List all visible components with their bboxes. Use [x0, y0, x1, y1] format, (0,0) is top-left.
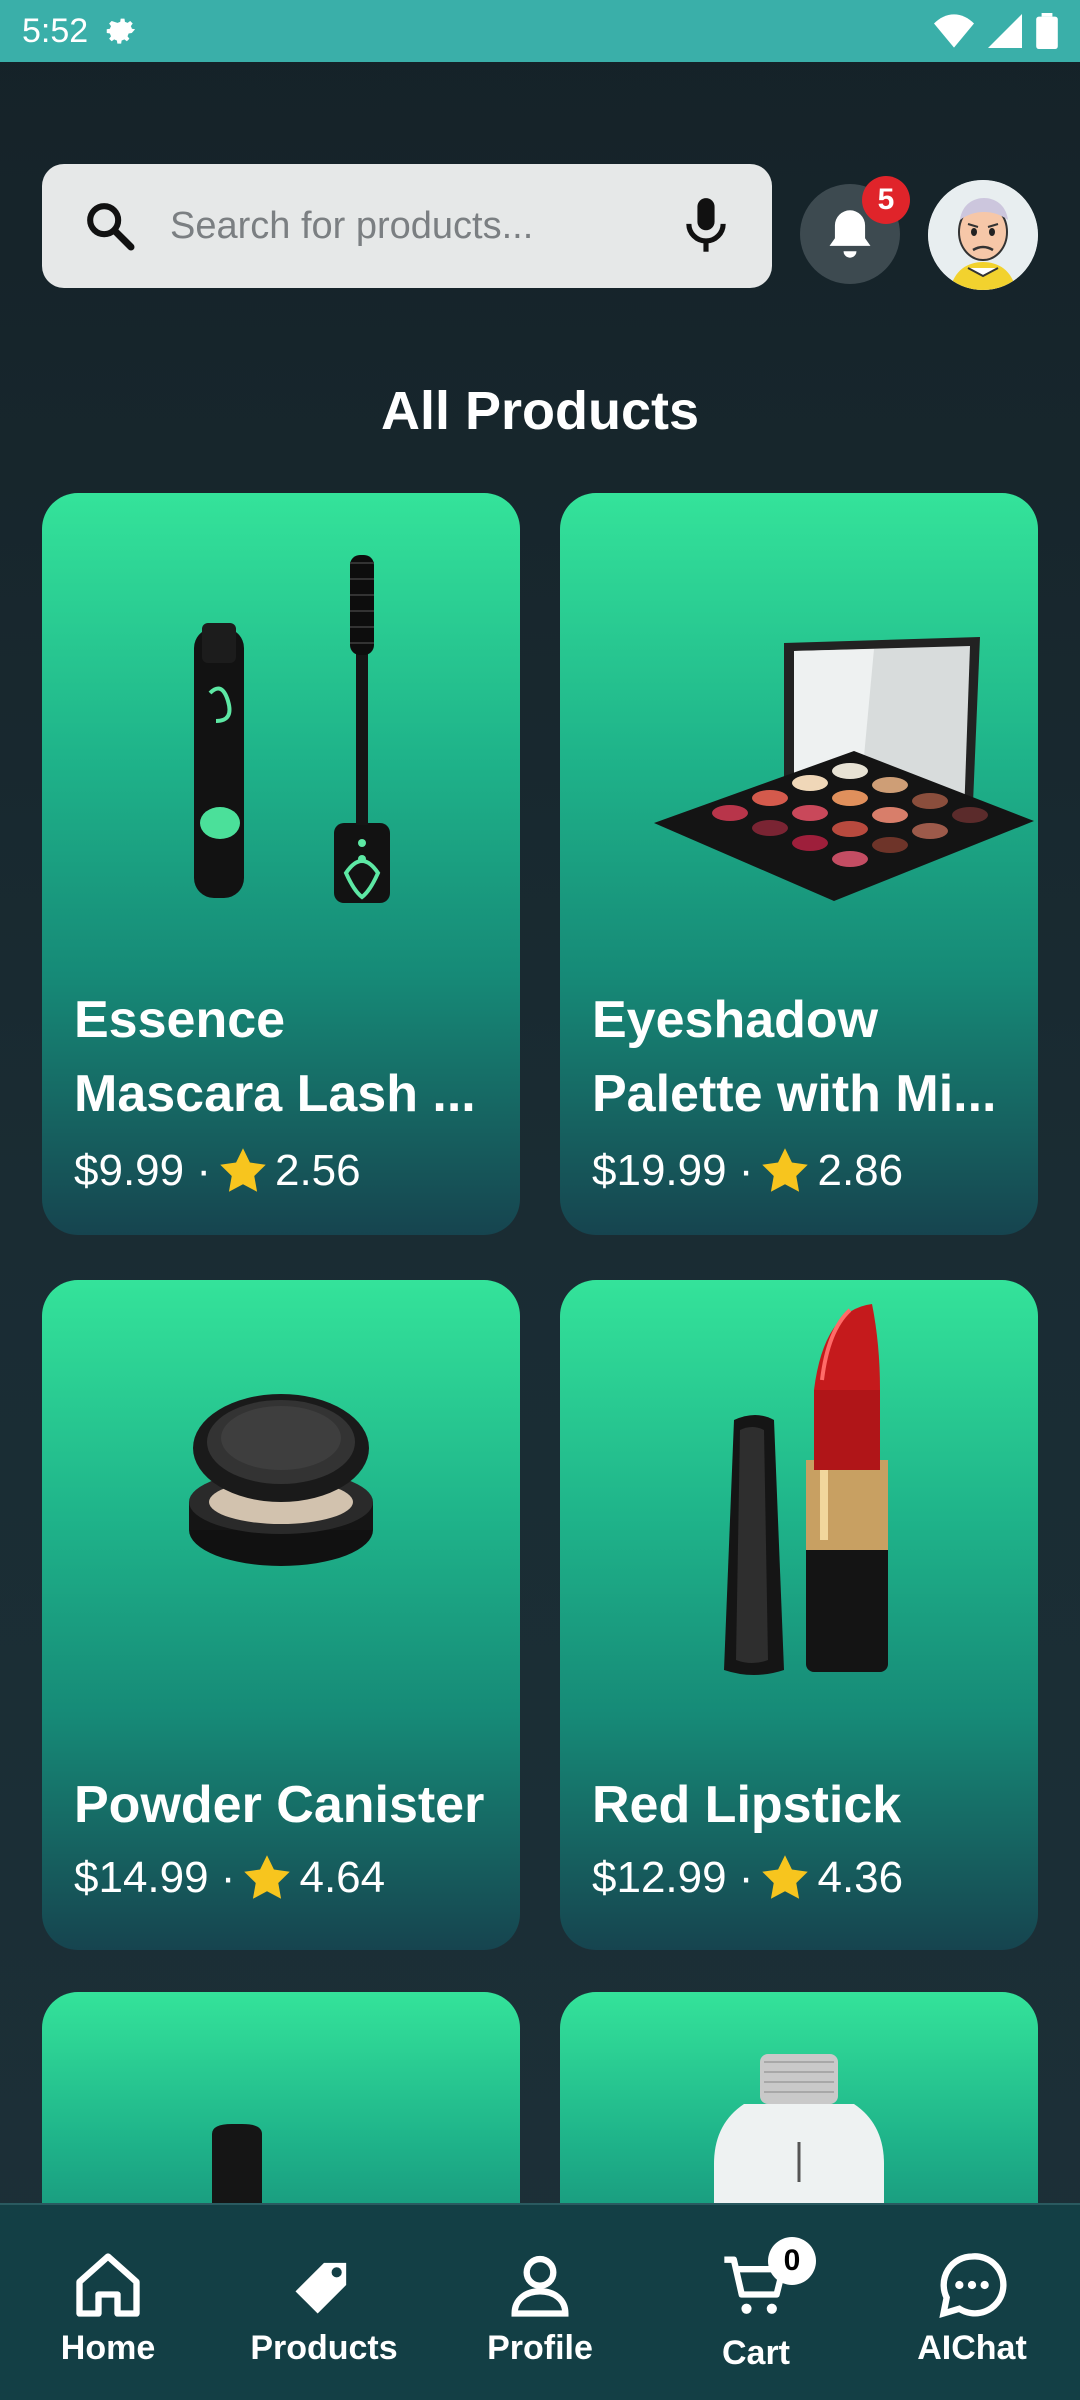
product-name: Red Lipstick	[592, 1776, 902, 1834]
app-screen: 5:52 Search for products... 5 All Produc…	[0, 0, 1080, 2400]
nav-products-label: Products	[250, 2329, 398, 2367]
nav-cart[interactable]: 0 Cart	[656, 2237, 856, 2373]
product-rating: 4.36	[817, 1853, 904, 1902]
nav-home[interactable]: Home	[8, 2247, 208, 2368]
product-card[interactable]: Red Lipstick $12.99 · 4.36	[560, 1280, 1038, 1950]
search-icon[interactable]	[82, 198, 138, 254]
product-card[interactable]: Eyeshadow Palette with Mi... $19.99 · 2.…	[560, 493, 1038, 1235]
person-icon	[511, 2255, 569, 2317]
product-price: $19.99 ·	[592, 1146, 754, 1195]
product-price: $12.99 ·	[592, 1853, 754, 1902]
product-card[interactable]: Powder Canister $14.99 · 4.64	[42, 1280, 520, 1950]
product-name: Powder Canister	[74, 1776, 485, 1834]
nav-aichat[interactable]: AIChat	[872, 2247, 1072, 2368]
product-price-rating: $14.99 · 4.64	[74, 1852, 385, 1904]
star-icon	[244, 1855, 291, 1899]
nav-cart-label: Cart	[721, 2334, 791, 2372]
star-icon	[762, 1148, 809, 1192]
product-price-rating: $9.99 · 2.56	[74, 1145, 361, 1197]
red-lipstick-image	[724, 1304, 888, 1675]
status-bar: 5:52	[0, 0, 1080, 62]
product-card[interactable]: Essence Mascara Lash ... $9.99 · 2.56	[42, 493, 520, 1235]
nav-aichat-label: AIChat	[917, 2329, 1027, 2367]
home-icon	[76, 2253, 140, 2317]
avatar[interactable]	[928, 180, 1038, 290]
tag-icon	[295, 2262, 347, 2314]
microphone-icon[interactable]	[680, 196, 732, 256]
battery-icon	[1036, 13, 1058, 49]
product-price: $9.99 ·	[74, 1146, 211, 1195]
status-right	[934, 13, 1058, 49]
chat-icon	[939, 2253, 1007, 2319]
settings-icon	[106, 18, 136, 44]
star-icon	[762, 1855, 809, 1899]
product-price-rating: $19.99 · 2.86	[592, 1145, 903, 1197]
product-rating: 2.86	[817, 1146, 904, 1195]
product-rating: 4.64	[299, 1853, 386, 1902]
bottom-navigation: Home Products Profile 0 Cart AIChat	[0, 2203, 1080, 2400]
mascara-product-image	[194, 555, 390, 903]
avatar-face-icon	[928, 180, 1038, 290]
product-rating: 2.56	[274, 1146, 361, 1195]
product-name: Essence Mascara Lash ...	[74, 991, 476, 1123]
eyeshadow-palette-image	[654, 637, 1034, 901]
product-price-rating: $12.99 · 4.36	[592, 1852, 903, 1904]
search-input[interactable]	[168, 203, 680, 249]
status-time: 5:52	[22, 11, 89, 50]
notification-badge: 5	[862, 176, 910, 224]
star-icon	[220, 1148, 266, 1192]
powder-canister-image	[189, 1394, 373, 1566]
search-bar[interactable]	[42, 164, 772, 288]
product-name: Eyeshadow Palette with Mi...	[592, 991, 997, 1123]
product-price: $14.99 ·	[74, 1853, 236, 1902]
cart-icon-wrap: 0	[718, 2237, 816, 2328]
page-title: All Products	[380, 381, 700, 441]
status-left: 5:52	[22, 12, 140, 51]
wifi-icon	[934, 14, 974, 48]
cart-count-badge: 0	[768, 2237, 816, 2285]
nav-profile[interactable]: Profile	[440, 2247, 640, 2368]
signal-icon	[988, 14, 1022, 48]
nav-profile-label: Profile	[487, 2329, 593, 2367]
nav-home-label: Home	[60, 2329, 156, 2367]
nav-products[interactable]: Products	[224, 2247, 424, 2368]
